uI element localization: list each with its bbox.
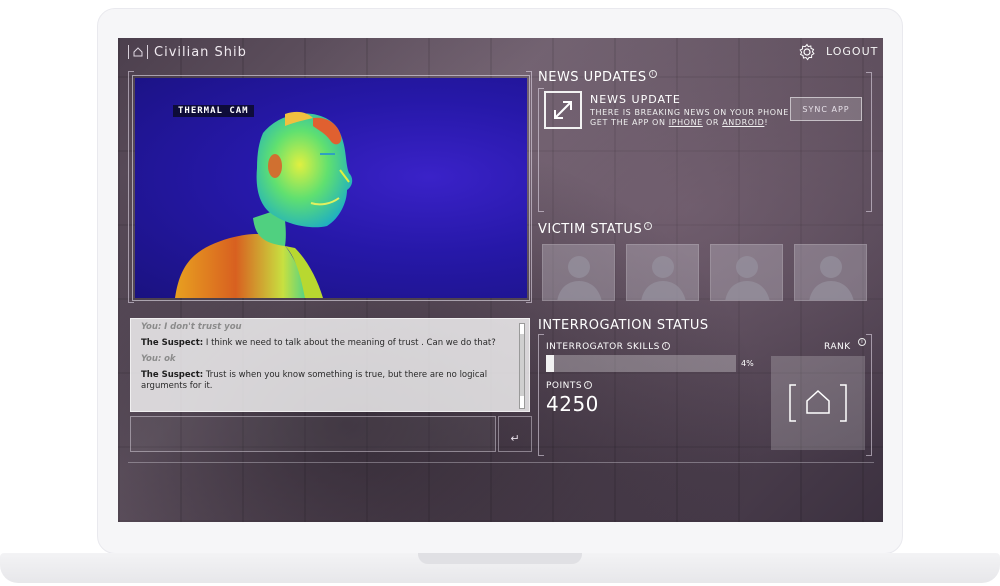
divider [128, 462, 874, 463]
victim-section-title: VICTIM STATUS i [538, 222, 653, 237]
username: Civilian Shib [154, 44, 247, 60]
android-link[interactable]: ANDROID [722, 118, 764, 127]
interrogation-section-title: INTERROGATION STATUS [538, 318, 709, 333]
chat-message: The Suspect: Trust is when you know some… [141, 370, 513, 392]
info-icon[interactable]: i [661, 342, 670, 350]
thermal-cam-label: THERMAL CAM [173, 105, 254, 117]
news-update-title: NEWS UPDATE [590, 93, 681, 106]
chat-message: You: ok [141, 354, 513, 365]
person-silhouette-icon [725, 256, 770, 300]
chat-text: I think we need to talk about the meanin… [205, 338, 496, 348]
skills-percent: 4% [741, 359, 754, 368]
iphone-link[interactable]: IPHONE [669, 118, 703, 127]
sync-app-button[interactable]: SYNC APP [790, 97, 862, 121]
thermal-cam-feed: THERMAL CAM [135, 78, 527, 298]
rank-label: RANK [824, 342, 851, 352]
logout-button[interactable]: LOGOUT [826, 45, 878, 58]
chat-speaker: The Suspect: [141, 338, 204, 348]
gear-icon[interactable] [798, 43, 816, 61]
info-icon[interactable]: i [858, 338, 866, 346]
victim-card[interactable] [794, 244, 867, 301]
news-line-2-prefix: GET THE APP ON [590, 118, 666, 127]
news-section-title-text: NEWS UPDATES [538, 70, 647, 85]
top-bar: Civilian Shib LOGOUT [118, 38, 883, 66]
interrogation-bracket-right [866, 334, 872, 456]
laptop-notch [418, 553, 582, 564]
victim-section-title-text: VICTIM STATUS [538, 222, 643, 237]
chat-scrollbar[interactable] [519, 323, 525, 409]
game-screen: Civilian Shib LOGOUT THERMAL CAM You: I … [118, 38, 883, 522]
news-line-1: THERE IS BREAKING NEWS ON YOUR PHONE [590, 108, 789, 117]
enter-icon: ↵ [510, 432, 520, 445]
news-or: OR [705, 118, 720, 127]
news-line-2: GET THE APP ON IPHONE OR ANDROID! [590, 118, 789, 128]
victim-card[interactable] [626, 244, 699, 301]
home-icon [128, 45, 148, 59]
thermal-cam-frame: THERMAL CAM [132, 75, 530, 301]
chat-send-button[interactable]: ↵ [498, 416, 532, 452]
info-icon[interactable]: i [584, 381, 593, 389]
chat-speaker: You: [141, 354, 162, 364]
skills-label-text: INTERROGATOR SKILLS [546, 342, 660, 352]
chat-message: The Suspect: I think we need to talk abo… [141, 338, 513, 349]
info-icon[interactable]: i [648, 70, 657, 78]
interrogation-bracket-left [538, 334, 544, 456]
skills-label: INTERROGATOR SKILLS i [546, 342, 670, 352]
chat-message: You: I don't trust you [141, 322, 513, 333]
expand-arrows-icon [544, 91, 582, 129]
news-suffix: ! [764, 118, 769, 127]
person-silhouette-icon [641, 256, 686, 300]
skills-progress-bar [546, 355, 736, 372]
victim-card[interactable] [710, 244, 783, 301]
points-label: POINTS i [546, 381, 593, 391]
chat-text: I don't trust you [164, 322, 242, 332]
chat-text: ok [164, 354, 176, 364]
chat-scrollbar-thumb[interactable] [520, 334, 524, 396]
points-label-text: POINTS [546, 381, 583, 391]
home-icon [789, 384, 847, 422]
news-bracket-right [866, 72, 872, 212]
news-section-title: NEWS UPDATES i [538, 70, 657, 85]
chat-log[interactable]: You: I don't trust you The Suspect: I th… [130, 318, 530, 412]
user-box[interactable]: Civilian Shib [128, 44, 247, 60]
skills-progress-fill [546, 355, 554, 372]
chat-input[interactable] [130, 416, 496, 452]
rank-label-text: RANK [824, 342, 851, 352]
rank-badge [771, 356, 865, 450]
points-value: 4250 [546, 392, 599, 416]
chat-speaker: The Suspect: [141, 370, 204, 380]
person-silhouette-icon [557, 256, 602, 300]
news-update-text: THERE IS BREAKING NEWS ON YOUR PHONE GET… [590, 108, 789, 128]
victim-card[interactable] [542, 244, 615, 301]
chat-speaker: You: [141, 322, 162, 332]
info-icon[interactable]: i [644, 222, 653, 230]
person-silhouette-icon [809, 256, 854, 300]
